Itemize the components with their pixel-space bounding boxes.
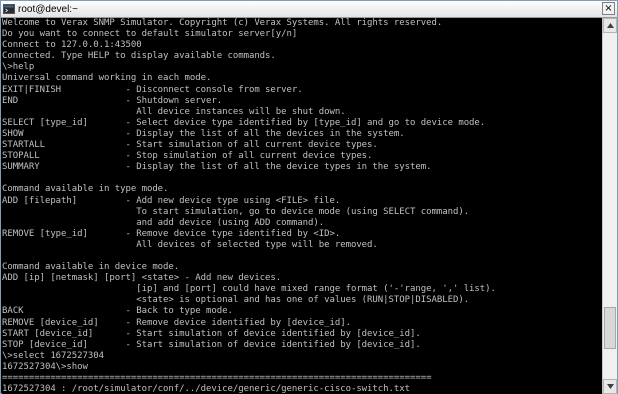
console-line: ========================================… [2, 373, 432, 383]
scroll-up-button[interactable] [603, 18, 617, 33]
console-line: BACK - Back to type mode. [2, 306, 233, 317]
console-line: START [device_id] - Start simulation of … [2, 328, 421, 339]
console-line: REMOVE [device_id] - Remove device ident… [2, 317, 351, 328]
vertical-scrollbar[interactable] [602, 18, 617, 394]
console-line: SHOW - Display the list of all the devic… [2, 128, 405, 139]
scroll-down-button[interactable] [603, 379, 617, 394]
close-icon: × [604, 3, 613, 14]
arrow-down-icon [606, 384, 614, 389]
console-line: STOPALL - Stop simulation of all current… [2, 151, 373, 162]
console-line: All devices of selected type will be rem… [2, 239, 378, 250]
console-line: <state> is optional and has one of value… [2, 295, 470, 306]
console-line: 1672527304 : /root/simulator/conf/../dev… [2, 384, 411, 394]
console-line: SELECT [type_id] - Select device type id… [2, 117, 486, 128]
terminal-window: root@devel:~ × Welcome to Verax SNMP Sim… [0, 0, 618, 394]
title-bar[interactable]: root@devel:~ × [1, 1, 617, 18]
console-line: Universal command working in each mode. [2, 73, 212, 84]
console-line: Welcome to Verax SNMP Simulator. Copyrig… [2, 18, 443, 28]
console-line: \>help [2, 62, 35, 73]
console-line: Connected. Type HELP to display availabl… [2, 51, 276, 62]
console-line: 1672527304\>show [2, 361, 88, 372]
console-line: \>select 1672527304 [2, 350, 105, 361]
close-button[interactable]: × [602, 2, 615, 15]
console-line: END - Shutdown server. [2, 95, 223, 106]
terminal-icon [3, 3, 15, 15]
console-line: All device instances will be shut down. [2, 106, 346, 117]
console-line: Do you want to connect to default simula… [2, 29, 298, 40]
window-title: root@devel:~ [18, 3, 78, 15]
scrollbar-thumb[interactable] [604, 307, 616, 349]
console-output[interactable]: Welcome to Verax SNMP Simulator. Copyrig… [2, 18, 602, 394]
console-line: ADD [ip] [netmask] [port] <state> - Add … [2, 273, 282, 284]
console-line: ADD [filepath] - Add new device type usi… [2, 195, 341, 206]
console-line: SUMMARY - Display the list of all the de… [2, 162, 432, 173]
console-line: Command available in device mode. [2, 262, 180, 273]
console-line: and add device (using ADD command). [2, 217, 325, 228]
console-line: STARTALL - Start simulation of all curre… [2, 140, 378, 151]
console-line: Connect to 127.0.0.1:43500 [2, 40, 142, 51]
console-line: [ip] and [port] could have mixed range f… [2, 284, 496, 295]
console-line: EXIT|FINISH - Disconnect console from se… [2, 84, 303, 95]
console-line: To start simulation, go to device mode (… [2, 206, 470, 217]
console-line: REMOVE [type_id] - Remove device type id… [2, 228, 341, 239]
arrow-up-icon [606, 23, 614, 28]
console-line: STOP [device_id] - Start simulation of d… [2, 339, 421, 350]
console-line: Command available in type mode. [2, 184, 169, 195]
